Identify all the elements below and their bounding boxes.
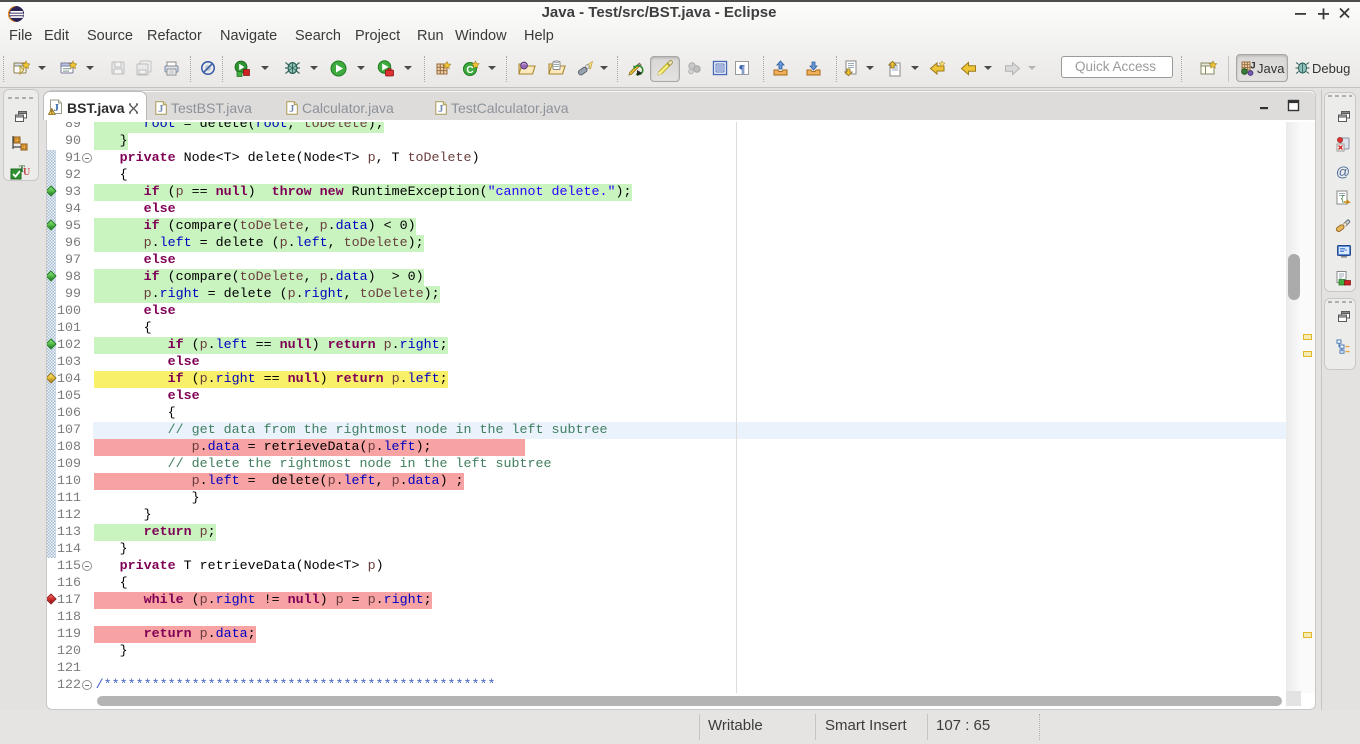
svg-text:J: J: [1250, 62, 1255, 73]
svg-text:J: J: [289, 104, 294, 115]
svg-text:U: U: [23, 167, 30, 178]
svg-text:@: @: [1336, 164, 1350, 180]
svg-text:¶: ¶: [739, 62, 745, 76]
svg-text:J: J: [53, 102, 59, 114]
svg-text:J: J: [158, 104, 163, 115]
svg-text:C: C: [466, 65, 473, 76]
svg-text:J: J: [438, 104, 443, 115]
